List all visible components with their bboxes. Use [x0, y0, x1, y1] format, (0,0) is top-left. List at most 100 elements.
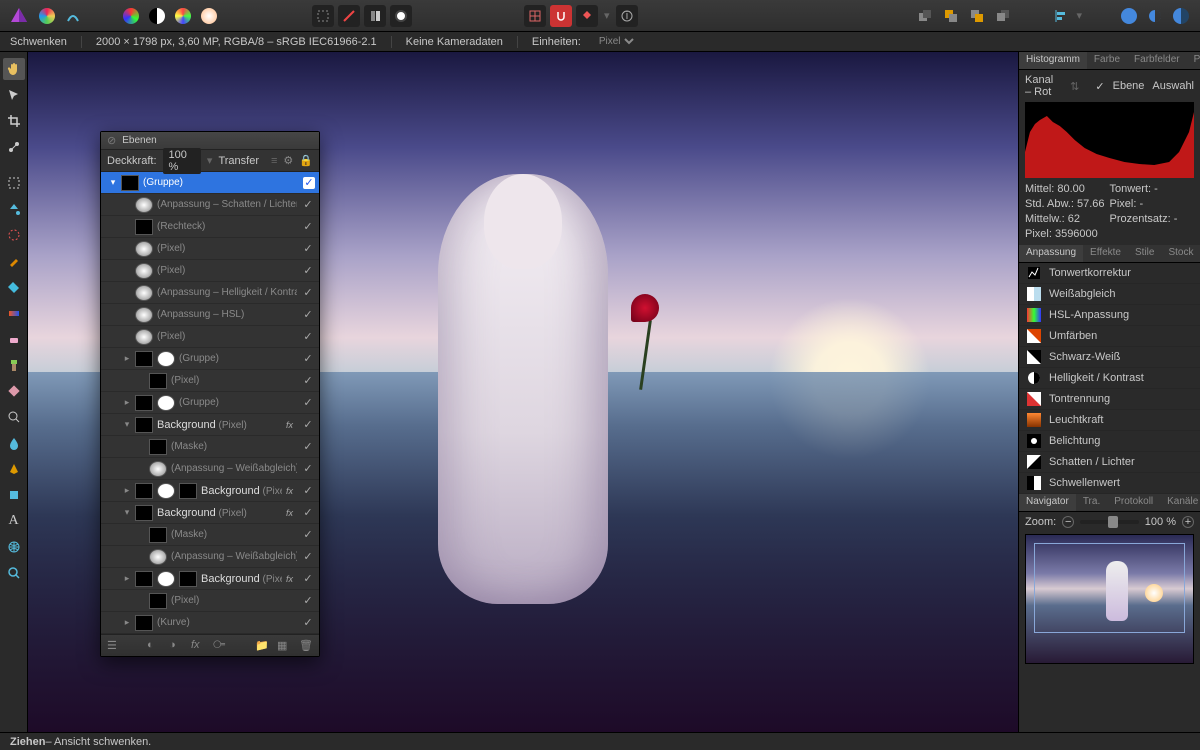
adjustment-hsl[interactable]: HSL-Anpassung [1019, 305, 1200, 326]
layer-row[interactable]: (Anpassung – Weißabgleich)✓ [101, 546, 319, 568]
adjustment-post[interactable]: Tontrennung [1019, 389, 1200, 410]
crop-tool-icon[interactable] [3, 110, 25, 132]
adjustment-vib[interactable]: Leuchtkraft [1019, 410, 1200, 431]
layer-row[interactable]: (Rechteck)✓ [101, 216, 319, 238]
auto-levels-icon[interactable] [120, 5, 142, 27]
layer-row[interactable]: ▸(Gruppe)✓ [101, 392, 319, 414]
layer-row[interactable]: (Anpassung – Schatten / Lichter)✓ [101, 194, 319, 216]
gradient-tool-icon[interactable] [3, 302, 25, 324]
layer-row[interactable]: ▸Background (Pixel)fx✓ [101, 480, 319, 502]
layers-titlebar[interactable]: ⊘ Ebenen [101, 132, 319, 150]
hand-tool-icon[interactable] [3, 58, 25, 80]
navigator-viewport-rect[interactable] [1034, 543, 1185, 633]
tab-channels[interactable]: Kanäle [1160, 494, 1200, 511]
zoom-out-icon[interactable]: − [1062, 516, 1074, 528]
layer-row[interactable]: (Pixel)✓ [101, 370, 319, 392]
navigator-thumbnail[interactable] [1025, 534, 1194, 664]
auto-colors-icon[interactable] [172, 5, 194, 27]
flood-select-icon[interactable] [3, 198, 25, 220]
move-tool-icon[interactable] [3, 84, 25, 106]
layer-stack-icon[interactable]: ☰ [107, 639, 121, 653]
dodge-tool-icon[interactable] [3, 406, 25, 428]
selection-new-icon[interactable] [312, 5, 334, 27]
marquee-tool-icon[interactable] [3, 172, 25, 194]
assistant-icon[interactable]: i [616, 5, 638, 27]
visibility-check-icon[interactable]: ✓ [301, 352, 315, 365]
visibility-check-icon[interactable]: ✓ [301, 484, 315, 497]
clone-tool-icon[interactable] [3, 354, 25, 376]
tab-transform[interactable]: Tra. [1076, 494, 1107, 511]
layers-panel[interactable]: ⊘ Ebenen Deckkraft: 100 % ▾ Transfer ≡ ⚙… [100, 131, 320, 657]
disclosure-icon[interactable]: ▾ [123, 419, 131, 430]
folder-icon[interactable]: 📁 [255, 639, 269, 653]
blur-tool-icon[interactable] [3, 432, 25, 454]
visibility-check-icon[interactable]: ✓ [301, 264, 315, 277]
visibility-check-icon[interactable]: ✓ [301, 462, 315, 475]
tab-navigator[interactable]: Navigator [1019, 494, 1076, 511]
fill-tool-icon[interactable] [3, 276, 25, 298]
live-filter-icon[interactable]: ⧃ [213, 639, 227, 653]
snap-toggle-icon[interactable] [550, 5, 572, 27]
auto-contrast-icon[interactable] [146, 5, 168, 27]
force-pixel-align-icon[interactable] [576, 5, 598, 27]
quick-mask-icon[interactable] [390, 5, 412, 27]
visibility-check-icon[interactable]: ✓ [301, 374, 315, 387]
tab-stock[interactable]: Stock [1161, 245, 1200, 262]
disclosure-icon[interactable]: ▸ [123, 353, 131, 364]
lock-icon[interactable]: 🔒 [299, 154, 313, 167]
arrange-front-icon[interactable] [992, 5, 1014, 27]
arrange-backward-icon[interactable] [940, 5, 962, 27]
visibility-check-icon[interactable]: ✓ [301, 330, 315, 343]
visibility-check-icon[interactable]: ✓ [301, 550, 315, 563]
visibility-check-icon[interactable]: ✓ [301, 594, 315, 607]
paint-brush-icon[interactable] [3, 250, 25, 272]
selection-brush-icon[interactable] [3, 224, 25, 246]
erase-tool-icon[interactable] [3, 328, 25, 350]
channel-select[interactable]: Kanal – Rot [1025, 74, 1062, 98]
panel-pin-icon[interactable]: ⊘ [107, 134, 116, 147]
fx-icon[interactable]: fx [191, 639, 205, 653]
arrange-back-icon[interactable] [914, 5, 936, 27]
adjustment-bc[interactable]: Helligkeit / Kontrast [1019, 368, 1200, 389]
disclosure-icon[interactable]: ▾ [123, 507, 131, 518]
adjustment-wb[interactable]: Weißabgleich [1019, 284, 1200, 305]
ebene-check[interactable]: Ebene [1113, 80, 1145, 92]
layer-row[interactable]: ▸(Gruppe)✓ [101, 348, 319, 370]
layer-row[interactable]: (Maske)✓ [101, 524, 319, 546]
visibility-check-icon[interactable]: ✓ [301, 418, 315, 431]
shape-tool-icon[interactable] [3, 484, 25, 506]
tab-history[interactable]: Protokoll [1107, 494, 1160, 511]
align-left-icon[interactable] [1050, 5, 1072, 27]
visibility-check-icon[interactable]: ✓ [301, 506, 315, 519]
zoom-slider[interactable] [1080, 520, 1139, 524]
zoom-in-icon[interactable]: + [1182, 516, 1194, 528]
visibility-check-icon[interactable]: ✓ [301, 440, 315, 453]
photo-persona-icon[interactable] [36, 5, 58, 27]
layer-selected-box[interactable]: ✓ [303, 177, 315, 189]
layer-row[interactable]: (Anpassung – Weißabgleich)✓ [101, 458, 319, 480]
adjustment-thr[interactable]: Schwellenwert [1019, 473, 1200, 494]
visibility-check-icon[interactable]: ✓ [301, 616, 315, 629]
visibility-check-icon[interactable]: ✓ [301, 396, 315, 409]
adjustment-bw[interactable]: Schwarz-Weiß [1019, 347, 1200, 368]
mesh-tool-icon[interactable] [3, 536, 25, 558]
visibility-check-icon[interactable]: ✓ [301, 286, 315, 299]
tab-styles[interactable]: Stile [1128, 245, 1161, 262]
layers-list[interactable]: ▾(Gruppe)✓(Anpassung – Schatten / Lichte… [101, 172, 319, 634]
opacity-value[interactable]: 100 % [163, 148, 201, 174]
layer-row[interactable]: ▾Background (Pixel)fx✓ [101, 414, 319, 436]
node-tool-icon[interactable] [3, 136, 25, 158]
visibility-check-icon[interactable]: ✓ [301, 308, 315, 321]
layer-row[interactable]: (Pixel)✓ [101, 590, 319, 612]
text-tool-icon[interactable]: A [3, 510, 25, 532]
snap-grid-icon[interactable] [524, 5, 546, 27]
trash-icon[interactable]: 🗑 [299, 639, 313, 653]
zoom-value[interactable]: 100 % [1145, 516, 1176, 528]
auto-wb-icon[interactable] [198, 5, 220, 27]
layer-row[interactable]: (Pixel)✓ [101, 326, 319, 348]
layer-row[interactable]: (Anpassung – Helligkeit / Kontrast)✓ [101, 282, 319, 304]
disclosure-icon[interactable]: ▾ [109, 177, 117, 188]
tab-adjustments[interactable]: Anpassung [1019, 245, 1083, 262]
tab-effects[interactable]: Effekte [1083, 245, 1128, 262]
arrange-forward-icon[interactable] [966, 5, 988, 27]
